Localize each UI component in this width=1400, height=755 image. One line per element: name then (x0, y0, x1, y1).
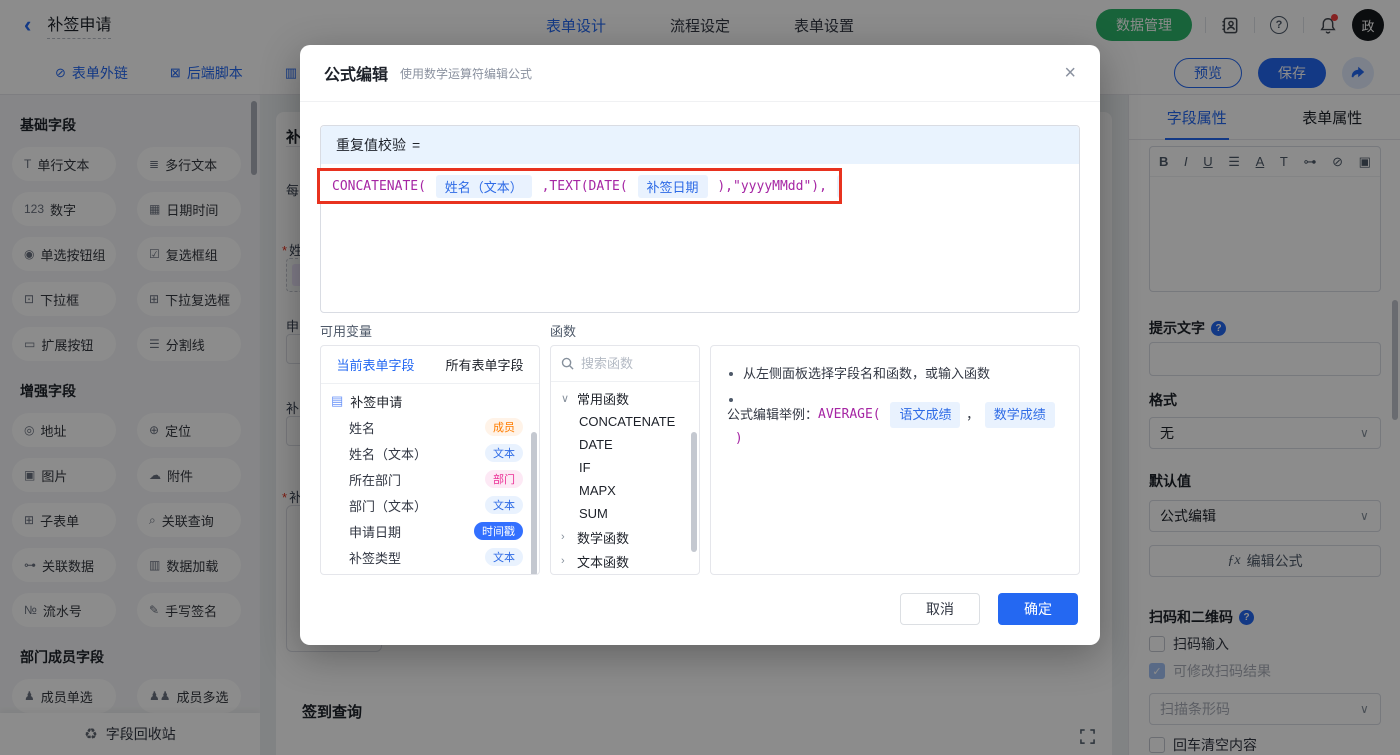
form-doc-icon: ▤ (331, 393, 344, 408)
variable-type-badge: 部门 (485, 470, 523, 488)
modal-footer: 取消 确定 (900, 593, 1078, 625)
formula-expression-annotated[interactable]: CONCATENATE( 姓名（文本） ,TEXT(DATE( 补签日期 ),"… (317, 168, 842, 204)
field-token[interactable]: 补签时段 (836, 174, 839, 198)
function-search[interactable] (551, 346, 699, 382)
variable-root-label: 补签申请 (350, 394, 403, 410)
variables-tab[interactable]: 当前表单字段 (321, 346, 430, 383)
variable-type-badge: 文本 (485, 444, 523, 462)
variable-type-badge: 文本 (485, 496, 523, 514)
formula-code: ) (727, 431, 743, 446)
function-item[interactable]: SUM (551, 502, 699, 525)
variables-list: ▤ 补签申请 姓名 成员 姓名（文本） 文本 所在部门 部门 部门（文本） 文本 申请日期 时间戳 补签… (321, 388, 539, 570)
formula-text: 公式编辑举例： (727, 407, 819, 422)
field-token[interactable]: 数学成绩 (984, 402, 1055, 428)
bullet-icon (729, 372, 733, 376)
function-list: ∨ 常用函数 CONCATENATE DATE IF MAPX SUM › 数学函数 › 文本函数 (551, 382, 699, 573)
function-item[interactable]: CONCATENATE (551, 410, 699, 433)
variable-name: 姓名（文本） (349, 446, 428, 462)
variable-type-badge: 文本 (485, 548, 523, 566)
help-example-line: 公式编辑举例： AVERAGE( 语文成绩 ， 数学成绩 ) (727, 398, 1063, 450)
modal-title: 公式编辑 (324, 67, 389, 84)
variable-name: 姓名 (349, 420, 376, 436)
variable-name: 部门（文本） (349, 498, 428, 514)
functions-panel: ∨ 常用函数 CONCATENATEDATEIFMAPXSUM › 数学函数 › 文本函数 (550, 345, 700, 575)
function-search-input[interactable] (581, 356, 681, 371)
modal-subtitle: 使用数学运算符编辑公式 (400, 66, 533, 81)
variable-name: 补签类型 (349, 550, 402, 566)
chevron-icon: › (561, 531, 565, 543)
field-token[interactable]: 补签日期 (637, 174, 708, 198)
variables-scrollbar[interactable] (531, 432, 537, 574)
variable-type-badge: 时间戳 (474, 522, 523, 540)
chevron-icon: › (561, 555, 565, 567)
functions-scrollbar[interactable] (691, 432, 697, 552)
formula-target-name: 重复值校验 (336, 137, 406, 153)
variables-label: 可用变量 (320, 324, 373, 339)
close-icon[interactable]: × (1064, 63, 1076, 83)
help-example: 公式编辑举例： AVERAGE( 语文成绩 ， 数学成绩 ) (727, 402, 1063, 450)
function-group-row[interactable]: › 文本函数 (551, 549, 699, 573)
search-icon (561, 357, 574, 370)
modal-header: 公式编辑 使用数学运算符编辑公式 × (300, 45, 1100, 102)
variable-row[interactable]: 姓名 成员 (321, 414, 539, 440)
formula-code: ),"yyyyMMdd"), (709, 178, 835, 194)
function-group-label: 常用函数 (577, 391, 630, 407)
formula-code: CONCATENATE( (332, 178, 434, 194)
formula-help-panel: 从左侧面板选择字段名和函数，或输入函数 公式编辑举例： AVERAGE( 语文成绩… (710, 345, 1080, 575)
variable-row[interactable]: 部门（文本） 文本 (321, 492, 539, 518)
formula-editor[interactable]: 重复值校验 = CONCATENATE( 姓名（文本） ,TEXT(DATE( … (317, 125, 1080, 313)
function-group-label: 文本函数 (577, 554, 630, 570)
chevron-icon: ∨ (561, 392, 570, 405)
formula-text: ， (962, 407, 983, 422)
variable-type-badge: 成员 (485, 418, 523, 436)
function-item[interactable]: MAPX (551, 479, 699, 502)
variable-root-row[interactable]: ▤ 补签申请 (321, 388, 539, 414)
function-group-row[interactable]: ∨ 常用函数 (551, 386, 699, 410)
field-token[interactable]: 姓名（文本） (435, 174, 532, 198)
help-text: 从左侧面板选择字段名和函数，或输入函数 (743, 366, 991, 381)
function-item[interactable]: DATE (551, 433, 699, 456)
variable-row[interactable]: 所在部门 部门 (321, 466, 539, 492)
app-window: ‹ 补签申请 表单设计 流程设定 表单设置 数据管理 ? 政 ⊘ 表单外链 ⊠ 后端脚本 ▥… (0, 0, 1400, 755)
formula-code: AVERAGE( (818, 407, 889, 422)
cancel-button[interactable]: 取消 (900, 593, 980, 625)
variables-tab[interactable]: 所有表单字段 (430, 346, 539, 383)
formula-target-bar: 重复值校验 = (321, 126, 1079, 164)
variable-name: 所在部门 (349, 472, 402, 488)
formula-edit-modal: 公式编辑 使用数学运算符编辑公式 × 重复值校验 = CONCATENATE( … (300, 45, 1100, 645)
function-group-label: 数学函数 (577, 530, 630, 546)
function-item[interactable]: IF (551, 456, 699, 479)
variable-row[interactable]: 姓名（文本） 文本 (321, 440, 539, 466)
confirm-button[interactable]: 确定 (998, 593, 1078, 625)
functions-label: 函数 (550, 324, 577, 339)
variables-panel: 当前表单字段 所有表单字段 ▤ 补签申请 姓名 成员 姓名（文本） 文本 所在部门 部门 部门（文… (320, 345, 540, 575)
function-group-row[interactable]: › 数学函数 (551, 525, 699, 549)
variable-row[interactable]: 补签类型 文本 (321, 544, 539, 570)
variables-tabs: 当前表单字段 所有表单字段 (321, 346, 539, 384)
formula-code: ,TEXT(DATE( (533, 178, 636, 194)
variable-row[interactable]: 申请日期 时间戳 (321, 518, 539, 544)
field-token[interactable]: 语文成绩 (890, 402, 961, 428)
help-line: 从左侧面板选择字段名和函数，或输入函数 (727, 363, 1063, 385)
equals-sign: = (412, 137, 421, 153)
variable-name: 申请日期 (349, 524, 402, 540)
